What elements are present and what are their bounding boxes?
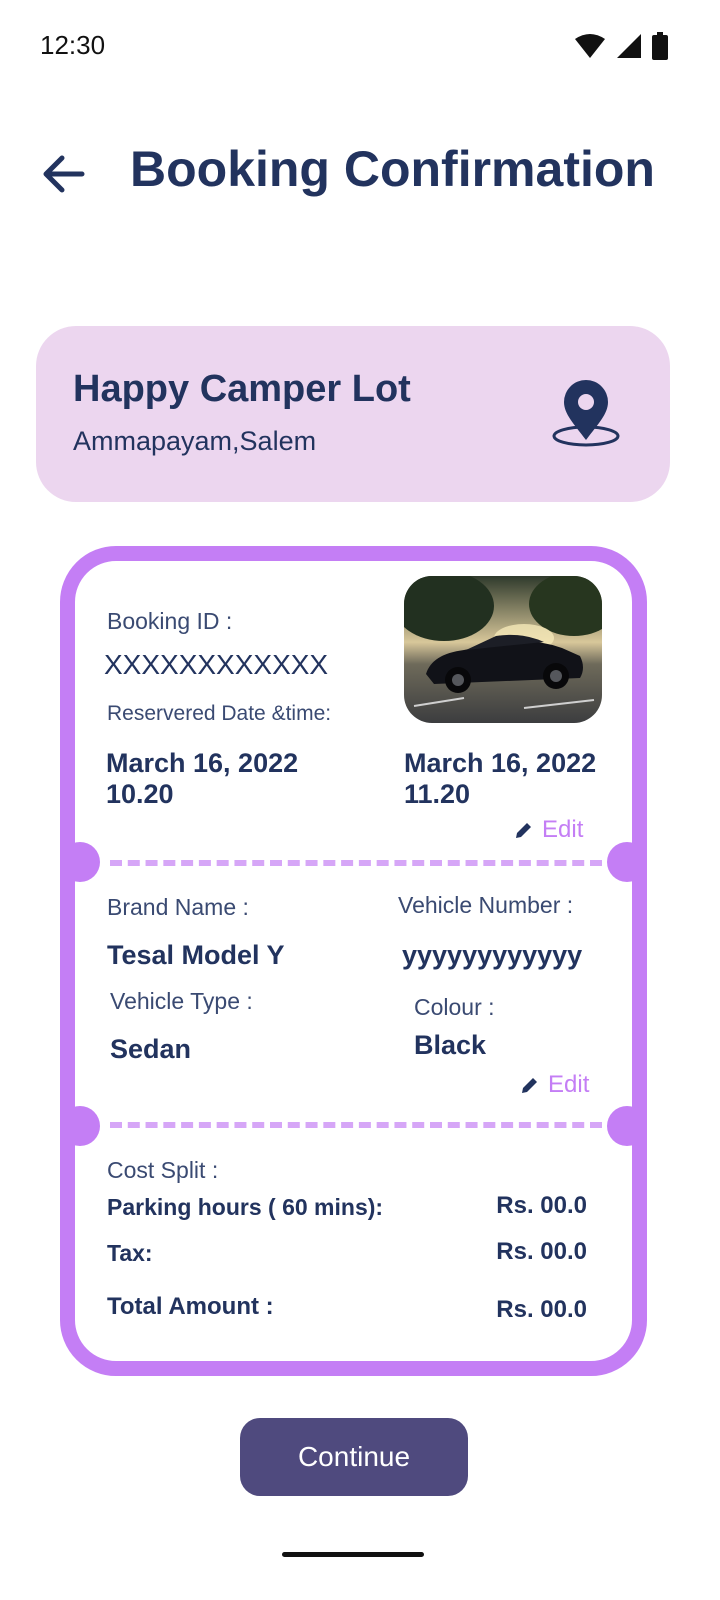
brand-name-label: Brand Name : [107, 894, 249, 920]
total-amount-label: Total Amount : [107, 1293, 274, 1320]
vehicle-type-value: Sedan [110, 1034, 192, 1064]
lot-name: Happy Camper Lot [73, 368, 411, 410]
status-time: 12:30 [40, 30, 106, 60]
tax-label: Tax: [107, 1240, 153, 1266]
status-bar: 12:30 [0, 0, 720, 96]
vehicle-type-label: Vehicle Type : [110, 988, 253, 1014]
reserved-date-label: Reservered Date &time: [107, 702, 332, 725]
edit-vehicle-label: Edit [548, 1071, 590, 1098]
colour-label: Colour : [414, 994, 495, 1020]
parking-hours-value: Rs. 00.0 [496, 1192, 587, 1219]
ticket-separator-2 [110, 1122, 602, 1128]
status-icons [574, 32, 668, 60]
start-date-value: March 16, 2022 [106, 748, 299, 778]
pencil-icon [522, 1078, 537, 1093]
home-indicator[interactable] [282, 1552, 424, 1557]
ticket-notch-left-1 [60, 842, 100, 882]
end-time-value: 11.20 [404, 779, 471, 809]
start-date: March 16, 2022 10.20 [106, 748, 298, 810]
total-amount-value: Rs. 00.0 [496, 1296, 587, 1323]
page-title: Booking Confirmation [130, 141, 655, 197]
booking-id-label: Booking ID : [107, 608, 233, 634]
map-pin-icon[interactable] [550, 378, 622, 450]
end-date: March 16, 2022 11.20 [404, 748, 596, 810]
vehicle-number-value: yyyyyyyyyyyy [402, 940, 583, 970]
continue-button[interactable]: Continue [240, 1418, 468, 1496]
wifi-icon [575, 34, 605, 58]
parking-hours-label: Parking hours ( 60 mins): [107, 1194, 384, 1220]
colour-value: Black [414, 1030, 487, 1060]
ticket-notch-right-2 [607, 1106, 647, 1146]
lot-address: Ammapayam,Salem [73, 426, 317, 456]
booking-id-value: XXXXXXXXXXXX [104, 649, 329, 680]
edit-booking-label: Edit [542, 816, 584, 843]
brand-name-value: Tesal Model Y [107, 940, 285, 970]
back-button[interactable] [38, 148, 90, 200]
arrow-left-icon [43, 155, 85, 193]
location-card[interactable]: Happy Camper Lot Ammapayam,Salem [36, 326, 670, 502]
battery-icon [652, 32, 668, 60]
car-image [404, 576, 602, 723]
cost-split-label: Cost Split : [107, 1157, 219, 1183]
end-date-value: March 16, 2022 [404, 748, 597, 778]
ticket-notch-left-2 [60, 1106, 100, 1146]
ticket-notch-right-1 [607, 842, 647, 882]
edit-vehicle-button[interactable]: Edit [520, 1071, 589, 1099]
vehicle-number-label: Vehicle Number : [398, 892, 574, 918]
ticket-separator-1 [110, 860, 602, 866]
car-photo [404, 576, 602, 723]
tax-value: Rs. 00.0 [496, 1238, 587, 1265]
edit-booking-button[interactable]: Edit [514, 816, 583, 844]
signal-icon [617, 34, 641, 58]
pencil-icon [516, 823, 531, 838]
start-time-value: 10.20 [106, 779, 174, 809]
